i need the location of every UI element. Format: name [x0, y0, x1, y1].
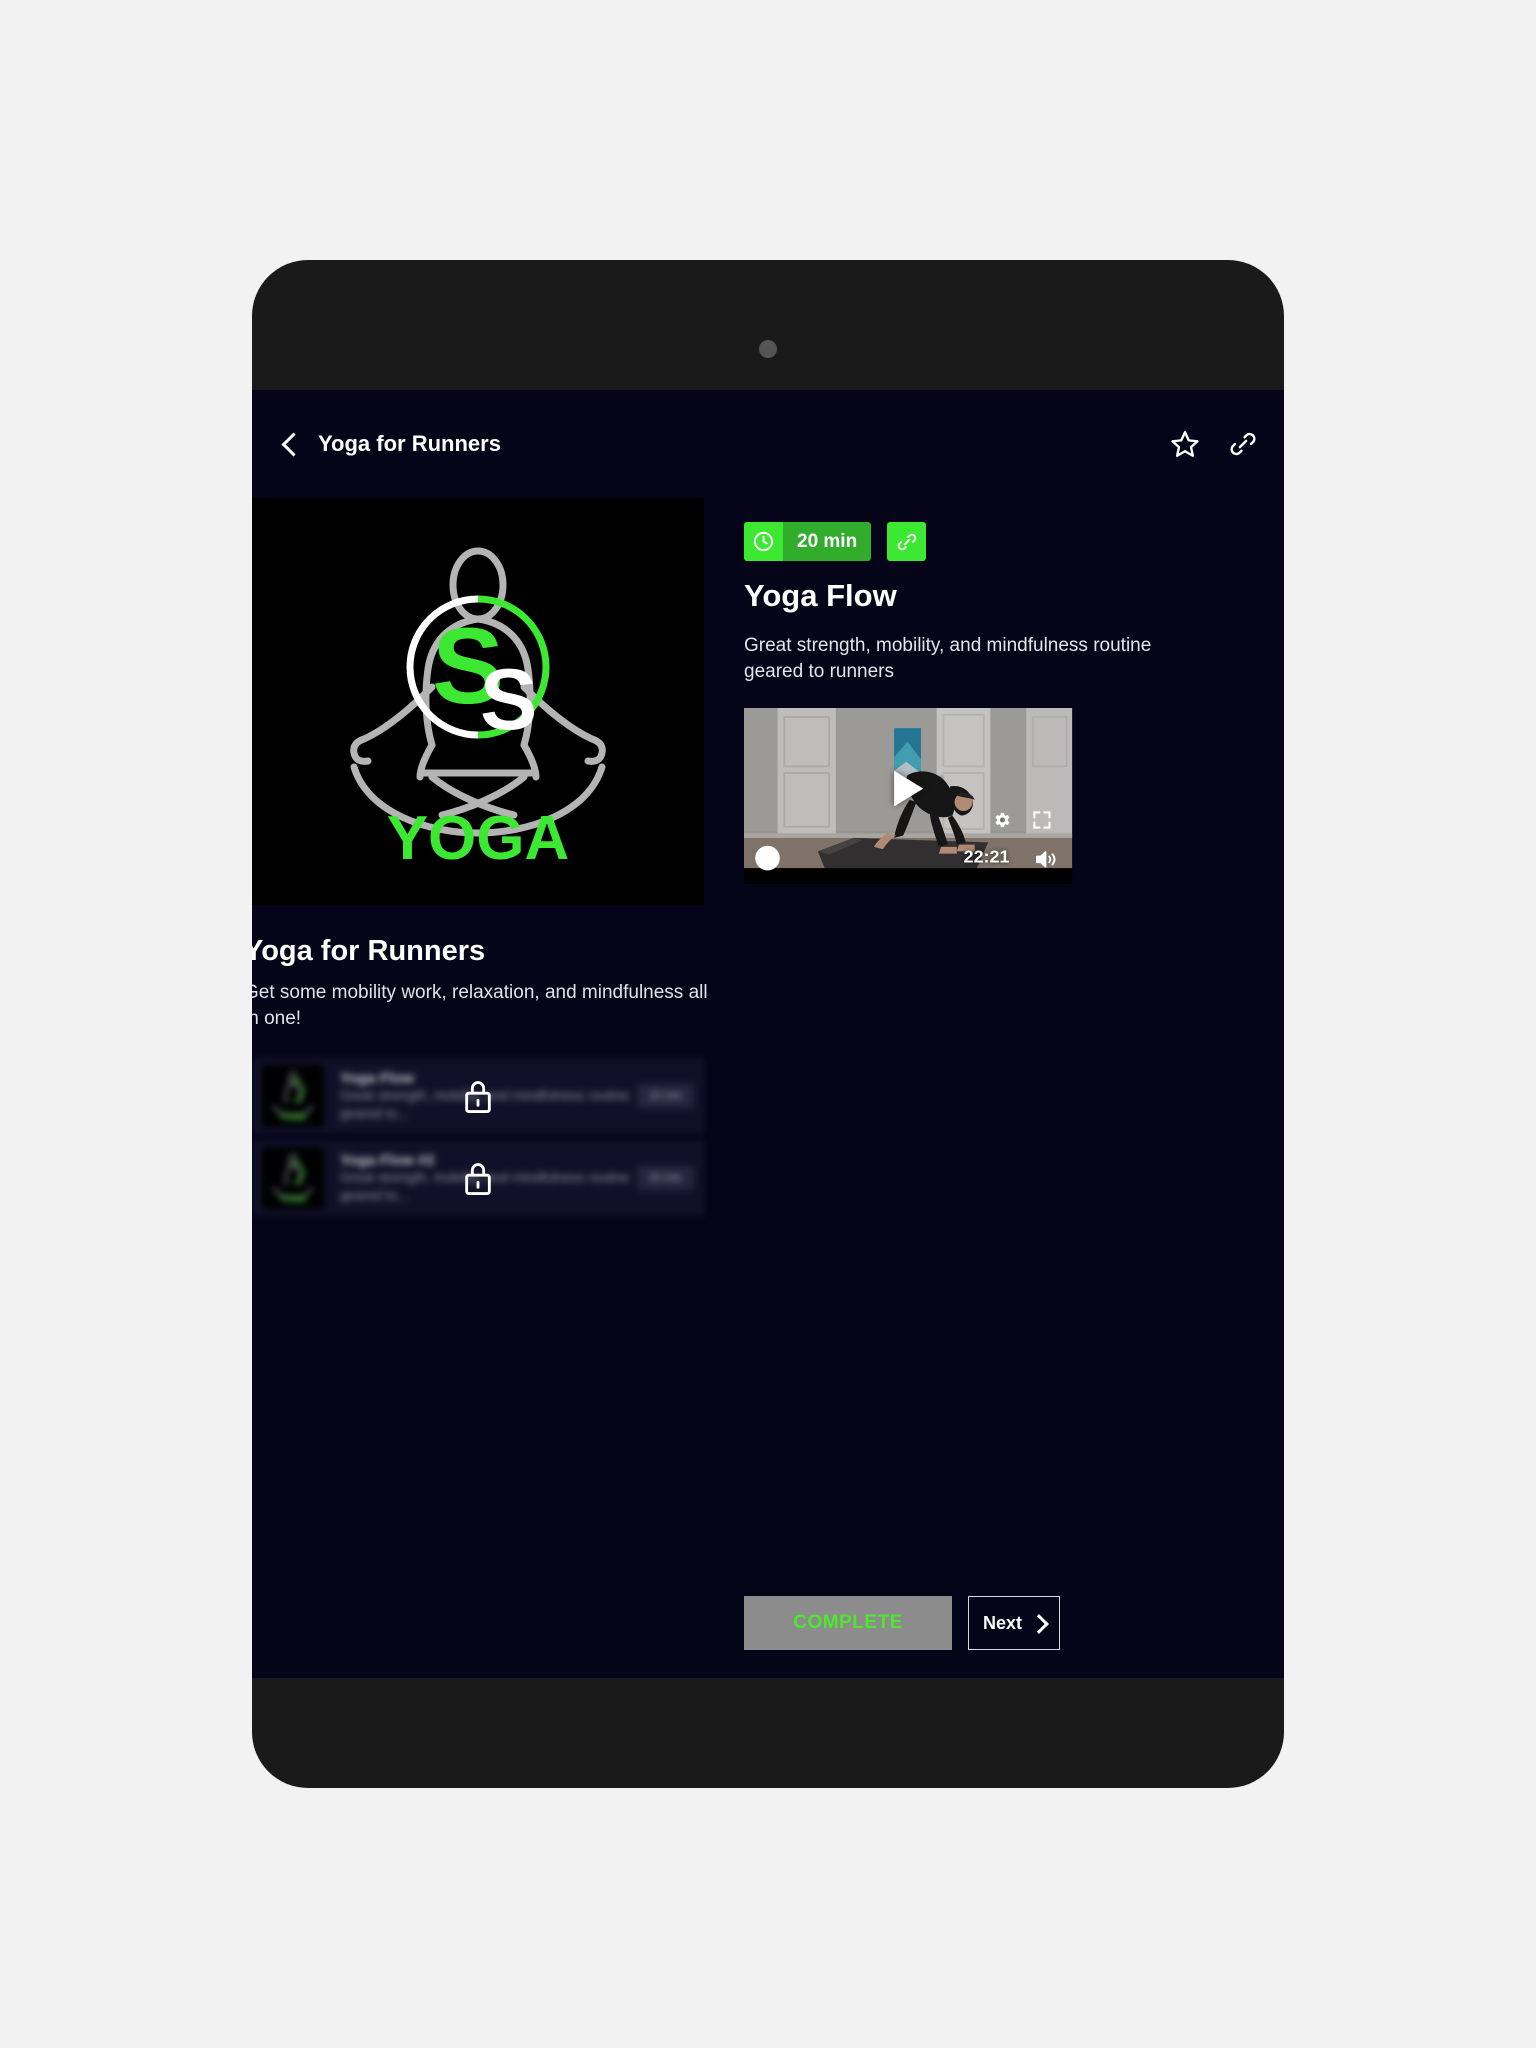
video-player[interactable]: 22:21 — [744, 708, 1073, 884]
lesson-meta-row: 20 min — [744, 522, 927, 561]
footer-actions: COMPLETE Next — [744, 1596, 1060, 1650]
clock-icon — [744, 522, 783, 561]
next-button-label: Next — [982, 1612, 1022, 1633]
lesson-title: Yoga Flow — [744, 578, 897, 613]
lesson-name: Yoga Flow #2 — [340, 1151, 435, 1169]
video-time: 22:21 — [963, 848, 1010, 868]
complete-button[interactable]: COMPLETE — [744, 1596, 952, 1650]
page-title: Yoga for Runners — [318, 431, 501, 456]
list-item[interactable]: YOGA Yoga Flow Great strength, mobility,… — [252, 1058, 704, 1134]
content-area: S S YOGA Yoga for Runners Get some mobil… — [252, 498, 1284, 1678]
link-icon[interactable] — [1228, 429, 1258, 459]
course-logo: S S YOGA — [252, 498, 704, 905]
link-icon[interactable] — [887, 522, 927, 561]
lesson-description: Great strength, mobility, and mindfulnes… — [744, 635, 1152, 683]
app-screen: Yoga for Runners S S YOGA Yoga for Runne… — [252, 390, 1284, 1678]
play-icon[interactable] — [893, 770, 923, 806]
course-description: Get some mobility work, relaxation, and … — [252, 982, 708, 1029]
svg-text:S: S — [480, 652, 537, 748]
scrubber-handle[interactable] — [755, 845, 780, 871]
lesson-subtitle: Great strength, mobility, and mindfulnes… — [340, 1087, 630, 1121]
chevron-left-icon[interactable] — [278, 433, 300, 455]
next-button[interactable]: Next — [968, 1596, 1060, 1650]
lesson-detail-panel: 20 min Yoga Flow Great strength, mobilit… — [744, 498, 1236, 1678]
duration-badge[interactable]: 20 min — [744, 522, 872, 561]
app-header: Yoga for Runners — [252, 390, 1284, 498]
lesson-duration-badge: 20 min — [636, 1166, 694, 1190]
lesson-subtitle: Great strength, mobility, and mindfulnes… — [340, 1169, 630, 1203]
duration-label: 20 min — [783, 522, 872, 561]
course-title: Yoga for Runners — [252, 935, 486, 967]
lesson-thumbnail: YOGA — [262, 1147, 324, 1209]
lesson-thumbnail: YOGA — [262, 1065, 324, 1127]
lesson-list: YOGA Yoga Flow Great strength, mobility,… — [252, 1058, 704, 1222]
fullscreen-icon[interactable] — [1032, 810, 1052, 830]
list-item[interactable]: YOGA Yoga Flow #2 Great strength, mobili… — [252, 1140, 704, 1216]
star-icon[interactable] — [1170, 429, 1200, 459]
lesson-name: Yoga Flow — [340, 1069, 414, 1087]
ss-yoga-logo-icon: S S YOGA — [350, 547, 606, 867]
volume-icon[interactable] — [1034, 848, 1059, 870]
tablet-device: Yoga for Runners S S YOGA Yoga for Runne… — [252, 260, 1284, 1788]
front-camera-icon — [759, 340, 777, 358]
lesson-duration-badge: 20 min — [636, 1084, 694, 1108]
gear-icon[interactable] — [992, 810, 1012, 830]
svg-text:YOGA: YOGA — [279, 1193, 307, 1203]
svg-text:YOGA: YOGA — [279, 1111, 307, 1121]
course-panel: S S YOGA Yoga for Runners Get some mobil… — [252, 498, 708, 1678]
chevron-right-icon — [1032, 1617, 1045, 1630]
logo-wordmark: YOGA — [387, 804, 570, 867]
header-actions — [1170, 429, 1258, 459]
